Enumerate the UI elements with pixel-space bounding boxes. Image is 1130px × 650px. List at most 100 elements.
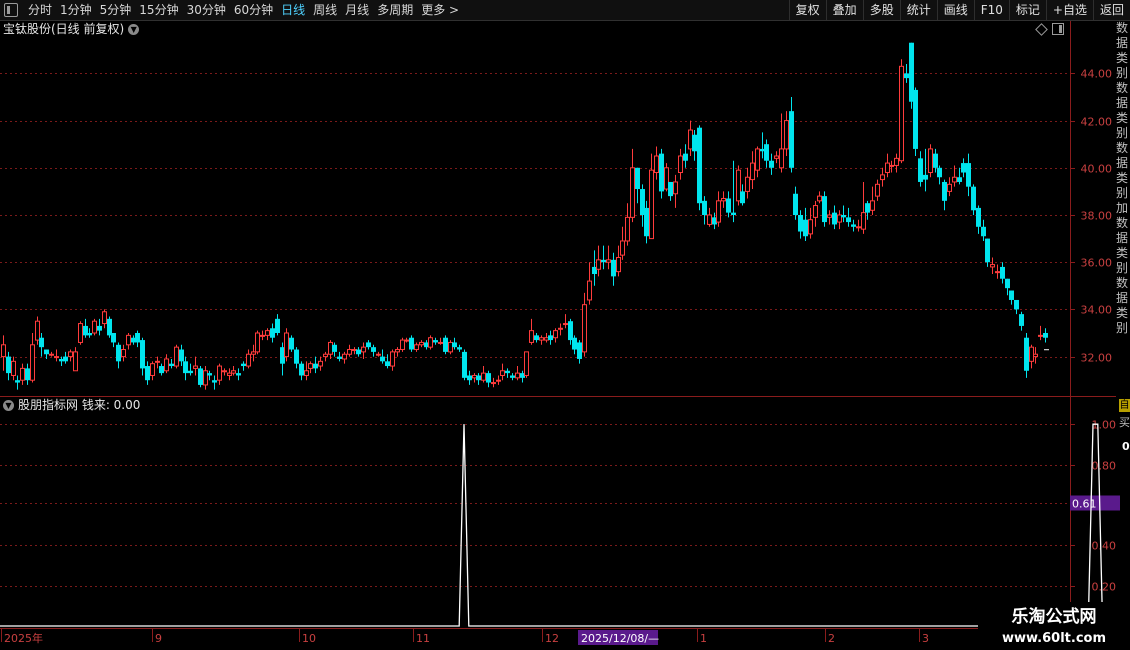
candle-body-down (111, 333, 116, 343)
candle-body-down (846, 217, 851, 223)
indicator-tick-label: 0.20 (1092, 581, 1117, 594)
candle-body-up (721, 197, 726, 202)
candle-body-down (107, 318, 112, 336)
candle-body-up (155, 360, 160, 363)
candle-body-up (606, 259, 611, 263)
candle-body-up (318, 360, 323, 367)
price-tick-label: 42.00 (1081, 116, 1113, 129)
candle-body-up (856, 226, 861, 229)
candle-body-down (380, 356, 385, 362)
price-tick-label: 34.00 (1081, 304, 1113, 317)
candle-body-up (342, 353, 347, 360)
candle-body-down (15, 380, 20, 383)
candle-body-up (304, 370, 309, 376)
candle-body-down (1024, 337, 1029, 371)
price-tick-label: 40.00 (1081, 163, 1113, 176)
candle-body-down (568, 321, 573, 341)
candle-body-up (11, 360, 16, 376)
candle-body-up (496, 379, 501, 382)
candle-body-up (260, 334, 265, 337)
candle-body-down (740, 191, 745, 204)
candle-body-up (529, 330, 534, 343)
candle-body-down (548, 335, 553, 341)
candle-body-down (971, 186, 976, 211)
candle-body-down (188, 370, 193, 374)
watermark-title: 乐淘公式网 (1011, 607, 1097, 627)
price-tick-label: 36.00 (1081, 257, 1113, 270)
candle-body-down (433, 340, 438, 343)
candle-body-up (400, 339, 405, 351)
candle-body-down (803, 219, 808, 237)
site-watermark: 乐淘公式网 www.60lt.com (978, 602, 1130, 650)
candle-body-down (1000, 266, 1005, 279)
candle-body-up (227, 372, 232, 376)
candle-body-down (731, 212, 736, 215)
indicator-line (0, 423, 1104, 627)
indicator-tick-label: 0.80 (1092, 460, 1117, 473)
candle-body-up (952, 176, 957, 183)
candle-body-down (1019, 314, 1024, 326)
candle-body-down (332, 344, 337, 352)
candle-body-up (688, 129, 693, 150)
candle-body-up (54, 356, 59, 359)
candle-body-up (616, 256, 621, 273)
candle-body-down (452, 342, 457, 348)
x-axis-label: 3 (922, 632, 929, 645)
candle-body-down (467, 375, 472, 381)
candle-body-up (707, 214, 712, 225)
price-tick-label: 38.00 (1081, 210, 1113, 223)
x-axis-label: 2 (828, 632, 835, 645)
candle-body-up (222, 370, 227, 373)
candle-body-up (894, 157, 899, 166)
current-value-label: 0.61 (1072, 498, 1097, 511)
candle-body-up (49, 353, 54, 356)
candle-body-down (981, 226, 986, 237)
candle-body-down (140, 340, 145, 369)
candle-body-up (928, 148, 933, 174)
kline-chart[interactable]: 44.00 42.00 40.00 38.00 36.00 34.00 32.00 1.00 0… (0, 0, 1130, 650)
candle-body-down (270, 328, 275, 338)
candle-body-up (30, 344, 35, 381)
candle-body-up (1029, 346, 1034, 362)
candle-body-down (961, 163, 966, 173)
candle-body-up (899, 65, 904, 162)
candle-body-down (63, 356, 68, 362)
candle-body-up (419, 341, 424, 346)
candle-body-down (39, 337, 44, 348)
candle-body-up (582, 304, 587, 353)
candle-body-up (265, 330, 270, 336)
candle-body-up (376, 353, 381, 356)
candle-body-down (789, 111, 794, 168)
candle-body-up (654, 155, 659, 174)
candle-body-down (371, 347, 376, 352)
candle-body-up (500, 370, 505, 376)
candle-body-up (813, 205, 818, 218)
candle-body-up (390, 351, 395, 367)
candle-body-down (313, 363, 318, 369)
candle-body-up (231, 370, 236, 374)
candle-body-up (889, 164, 894, 167)
candle-body-down (692, 134, 697, 152)
candle-body-down (659, 153, 664, 192)
candle-body-down (145, 366, 150, 381)
candle-body-down (769, 160, 774, 168)
candle-body-down (337, 356, 342, 359)
candle-body-up (164, 358, 169, 372)
candle-body-up (35, 320, 40, 341)
candle-body-down (601, 259, 606, 263)
candle-body-up (539, 337, 544, 341)
candle-body-down (942, 181, 947, 201)
candle-body-up (361, 346, 366, 353)
candle-body-up (284, 332, 289, 358)
candle-body-up (395, 349, 400, 353)
candle-body-down (923, 174, 928, 180)
x-axis-label: 10 (302, 632, 316, 645)
candle-body-down (726, 198, 731, 213)
candle-body-down (385, 361, 390, 367)
candle-body-up (126, 334, 131, 346)
candle-body-up (1038, 334, 1043, 337)
candle-body-up (630, 167, 635, 218)
candle-body-down (443, 337, 448, 352)
candle-body-down (841, 215, 846, 218)
candle-body-down (793, 193, 798, 215)
